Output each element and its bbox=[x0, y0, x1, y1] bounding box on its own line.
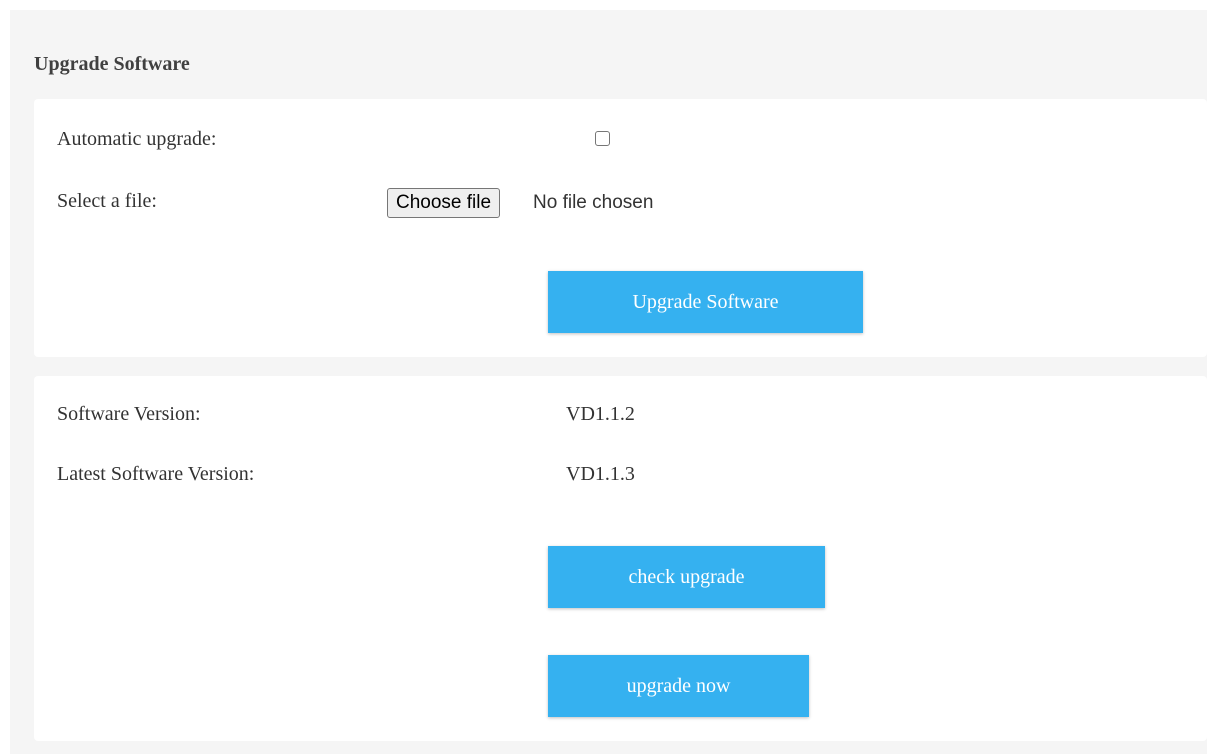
latest-software-version-value: VD1.1.3 bbox=[566, 463, 635, 485]
upgrade-software-button[interactable]: Upgrade Software bbox=[548, 271, 863, 333]
automatic-upgrade-checkbox[interactable] bbox=[595, 131, 610, 146]
choose-file-button[interactable]: Choose file bbox=[387, 188, 501, 218]
file-status-text: No file chosen bbox=[533, 192, 654, 213]
upgrade-card: Automatic upgrade: Select a file: Choose… bbox=[34, 99, 1207, 357]
check-upgrade-button[interactable]: check upgrade bbox=[548, 546, 825, 608]
software-version-label: Software Version: bbox=[57, 403, 201, 425]
latest-software-version-label: Latest Software Version: bbox=[57, 463, 255, 485]
select-file-label: Select a file: bbox=[57, 190, 157, 212]
upgrade-now-button[interactable]: upgrade now bbox=[548, 655, 809, 717]
automatic-upgrade-label: Automatic upgrade: bbox=[57, 128, 217, 150]
version-card: Software Version: VD1.1.2 Latest Softwar… bbox=[34, 376, 1207, 741]
software-version-value: VD1.1.2 bbox=[566, 403, 635, 425]
page-title: Upgrade Software bbox=[34, 53, 190, 75]
